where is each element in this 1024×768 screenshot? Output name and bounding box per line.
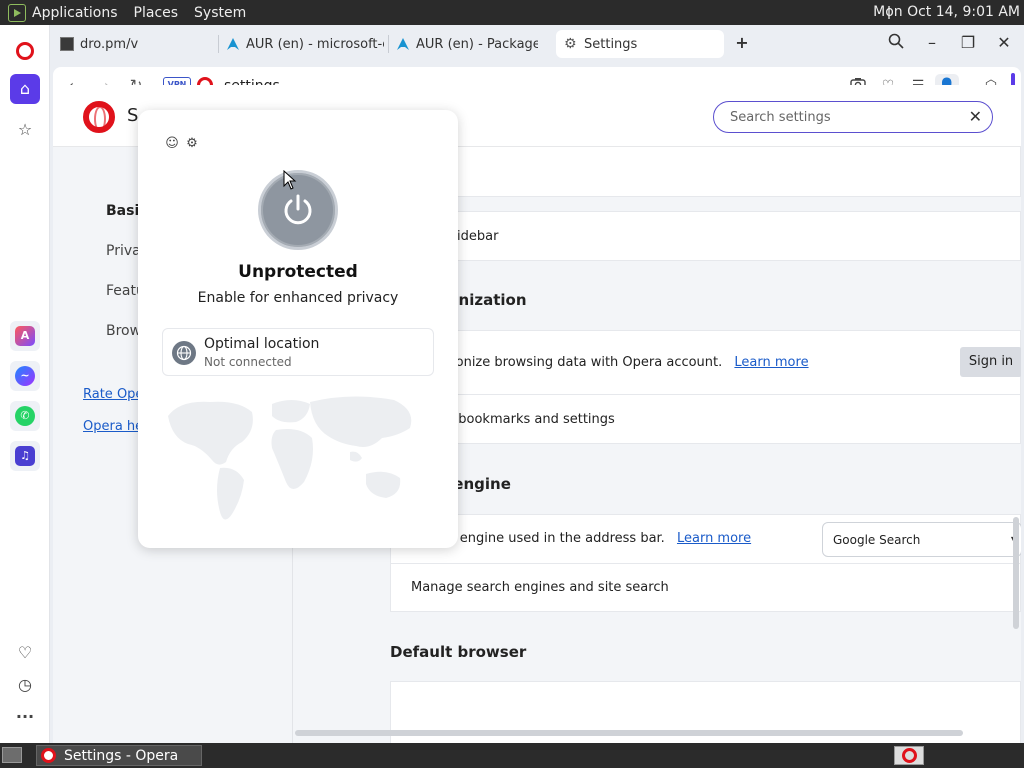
taskbar-window-title: Settings - Opera	[64, 747, 179, 764]
sync-row: Synchronize browsing data with Opera acc…	[391, 331, 1021, 395]
vpn-status: Unprotected	[238, 262, 358, 282]
sidebar-app-messenger[interactable]: ~	[10, 361, 40, 391]
clear-search-icon[interactable]: ✕	[969, 107, 982, 126]
search-engine-value: Google Search	[833, 533, 921, 547]
tab-label: AUR (en) - Packages	[416, 36, 538, 52]
search-settings-box[interactable]: ✕	[713, 101, 993, 133]
music-player-icon: ♫	[15, 446, 35, 466]
world-map-image	[168, 396, 412, 520]
new-tab-button[interactable]: +	[732, 33, 752, 53]
workspace-switcher[interactable]	[894, 746, 924, 765]
star-icon[interactable]: ☆	[13, 118, 37, 142]
power-icon	[284, 194, 312, 225]
tab-aur-packages[interactable]: AUR (en) - Packages	[388, 30, 538, 58]
gear-favicon-icon: ⚙	[564, 36, 577, 52]
clock[interactable]: Mon Oct 14, 9:01 AM	[873, 4, 1020, 20]
menu-system[interactable]: System	[194, 5, 246, 21]
location-status: Not connected	[204, 355, 292, 369]
tab-label: AUR (en) - microsoft-ed	[246, 36, 384, 52]
opera-sidebar: ⌂ ☆ A ~ ✆ ♫ ♡ ◷ ···	[0, 25, 50, 743]
aria-icon: A	[15, 326, 35, 346]
card-top	[390, 147, 1021, 197]
opera-workspace-icon	[901, 748, 917, 763]
sync-text: Synchronize browsing data with Opera acc…	[411, 355, 809, 370]
vpn-subtitle: Enable for enhanced privacy	[197, 290, 399, 306]
vertical-scrollbar[interactable]	[1013, 517, 1019, 629]
system-top-panel: Applications Places System Mon Oct 14, 9…	[0, 0, 1024, 25]
manage-search-label: Manage search engines and site search	[411, 580, 669, 595]
opera-menu-icon[interactable]	[16, 42, 34, 60]
sidebar-app-music[interactable]: ♫	[10, 441, 40, 471]
applications-logo-icon[interactable]	[8, 3, 26, 22]
menu-applications[interactable]: Applications	[32, 5, 118, 21]
tab-label: dro.pm/v	[80, 36, 139, 52]
location-title: Optimal location	[204, 336, 320, 352]
arch-favicon-icon	[397, 38, 409, 50]
manage-search-row[interactable]: Manage search engines and site search	[391, 564, 1021, 613]
opera-taskbar-icon	[41, 748, 56, 763]
messenger-icon: ~	[15, 366, 35, 386]
vpn-settings-gear-icon[interactable]: ⚙	[185, 137, 199, 151]
vpn-location-selector[interactable]: Optimal location Not connected	[162, 328, 434, 376]
sync-learn-more-link[interactable]: Learn more	[734, 355, 808, 370]
menu-places[interactable]: Places	[134, 5, 179, 21]
card-sync: Synchronize browsing data with Opera acc…	[390, 330, 1021, 444]
tab-dro[interactable]: dro.pm/v	[52, 30, 212, 58]
card-search-engine: Search engine used in the address bar. L…	[390, 514, 1021, 612]
sidebar-app-whatsapp[interactable]: ✆	[10, 401, 40, 431]
tab-label: Settings	[584, 36, 638, 52]
whatsapp-icon: ✆	[15, 406, 35, 426]
tab-settings[interactable]: ⚙ Settings	[556, 30, 724, 58]
tab-strip: dro.pm/v AUR (en) - microsoft-ed AUR (en…	[50, 25, 1024, 63]
search-engine-learn-more-link[interactable]: Learn more	[677, 531, 751, 546]
mouse-cursor-icon	[283, 170, 297, 190]
opera-logo	[83, 101, 115, 133]
show-desktop-icon[interactable]	[2, 747, 22, 763]
history-clock-icon[interactable]: ◷	[13, 673, 37, 697]
default-browser-section-title: Default browser	[390, 643, 527, 661]
more-dots-icon[interactable]: ···	[13, 705, 37, 729]
search-engine-row: Search engine used in the address bar. L…	[391, 515, 1021, 564]
settings-title: S	[127, 105, 139, 126]
sidebar-app-aria[interactable]: A	[10, 321, 40, 351]
import-row[interactable]: Import bookmarks and settings	[391, 395, 1021, 444]
globe-icon	[172, 341, 196, 365]
feedback-smiley-icon[interactable]: ☺	[165, 137, 179, 151]
search-settings-input[interactable]	[730, 108, 950, 126]
maximize-button[interactable]: ❐	[958, 33, 978, 53]
terminal-favicon-icon	[60, 37, 74, 51]
favorites-heart-icon[interactable]: ♡	[13, 641, 37, 665]
sign-in-button[interactable]: Sign in	[960, 347, 1021, 377]
minimize-button[interactable]: –	[922, 33, 942, 53]
taskbar-window-opera[interactable]: Settings - Opera	[36, 745, 202, 766]
tab-search-icon[interactable]	[886, 33, 906, 53]
system-taskbar: Settings - Opera	[0, 743, 1024, 768]
card-sidebar: Show sidebar	[390, 211, 1021, 261]
arch-favicon-icon	[227, 38, 239, 50]
search-engine-text: Search engine used in the address bar. L…	[411, 531, 751, 546]
home-icon[interactable]: ⌂	[10, 74, 40, 104]
tab-aur-microsoft[interactable]: AUR (en) - microsoft-ed	[218, 30, 384, 58]
search-engine-select[interactable]: Google Search ▼	[822, 522, 1021, 557]
vpn-popup: ☺ ⚙ Unprotected Enable for enhanced priv…	[138, 110, 458, 548]
close-window-button[interactable]: ✕	[994, 33, 1014, 53]
horizontal-scrollbar[interactable]	[295, 730, 963, 736]
vpn-power-button[interactable]	[258, 170, 338, 250]
